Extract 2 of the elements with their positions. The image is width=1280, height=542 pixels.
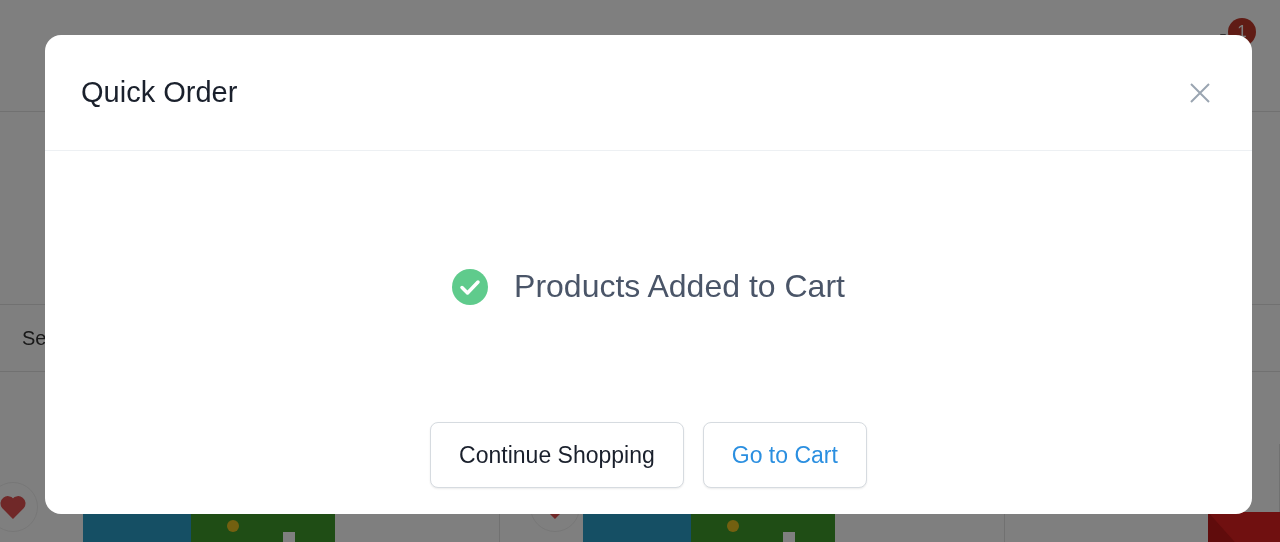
dialog-title: Quick Order [81,76,238,109]
success-message: Products Added to Cart [514,268,845,305]
